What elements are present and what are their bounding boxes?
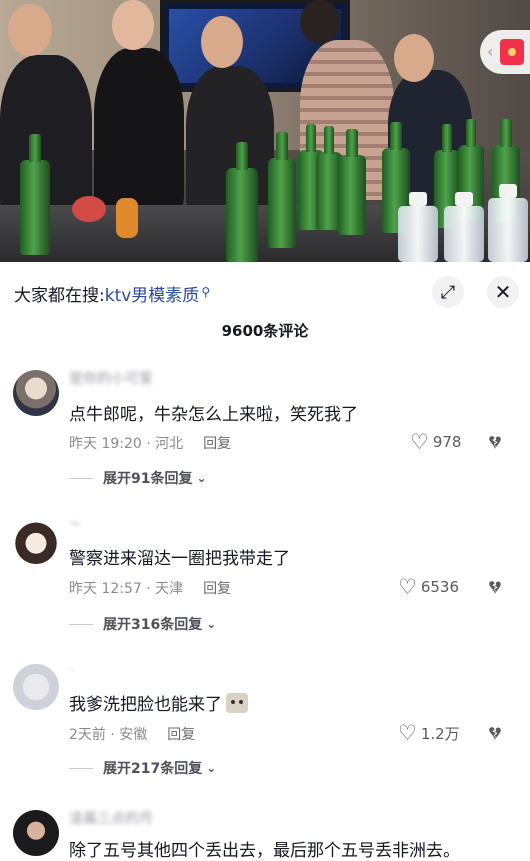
expand-replies-label: 展开217条回复 — [103, 761, 203, 777]
comment-meta: 昨天 19:20 · 河北 回复 — [69, 433, 231, 453]
expand-replies-button[interactable]: 展开91条回复 ⌄ — [69, 468, 207, 488]
comment-time-location: 昨天 19:20 · 河北 — [69, 436, 184, 452]
expand-replies-label: 展开316条回复 — [103, 617, 203, 633]
reply-button[interactable]: 回复 — [203, 436, 231, 452]
comment-item: 是你的小可爱 点牛郎呢，牛杂怎么上来啦，笑死我了 昨天 19:20 · 河北 回复… — [0, 366, 530, 492]
comment-text: 点牛郎呢，牛杂怎么上来啦，笑死我了 — [69, 405, 358, 425]
avatar[interactable] — [13, 370, 59, 416]
like-count: 1.2万 — [420, 724, 460, 743]
red-envelope-widget[interactable]: ‹ — [480, 30, 530, 74]
like-button[interactable]: ♡ 978 — [410, 430, 461, 454]
broken-heart-icon: 💔︎ — [489, 430, 501, 454]
like-count: 978 — [432, 433, 462, 451]
comment-username[interactable]: 凌晨三点的月 — [69, 808, 153, 828]
heart-icon: ♡ — [398, 721, 417, 745]
video-water-bottle — [398, 192, 438, 262]
like-button[interactable]: ♡ 6536 — [398, 575, 459, 599]
video-person-2 — [94, 48, 184, 213]
comment-username[interactable]: 是你的小可爱 — [69, 368, 153, 388]
chevron-down-icon: ⌄ — [206, 761, 217, 775]
dislike-button[interactable]: 💔︎ — [489, 575, 501, 599]
close-icon: ✕ — [494, 280, 512, 304]
video-toy-red — [72, 196, 106, 222]
like-button[interactable]: ♡ 1.2万 — [398, 721, 460, 745]
chevron-down-icon: ⌄ — [206, 617, 217, 631]
chevron-left-icon: ‹ — [487, 42, 494, 61]
dislike-button[interactable]: 💔︎ — [489, 721, 501, 745]
divider — [69, 767, 93, 769]
divider — [69, 477, 93, 479]
search-suggestion-keyword[interactable]: ktv男模素质 — [105, 286, 200, 306]
comment-time-location: 2天前 · 安徽 — [69, 727, 148, 743]
fullscreen-icon: ⤢ — [440, 281, 456, 303]
avatar[interactable] — [13, 810, 59, 856]
broken-heart-icon: 💔︎ — [489, 721, 501, 745]
comment-meta: 昨天 12:57 · 天津 回复 — [69, 578, 231, 598]
expand-replies-label: 展开91条回复 — [103, 471, 193, 487]
dislike-button[interactable]: 💔︎ — [489, 430, 501, 454]
comment-username[interactable]: ~ — [69, 516, 81, 532]
comment-time-location: 昨天 12:57 · 天津 — [69, 581, 184, 597]
comment-text: 除了五号其他四个丢出去，最后那个五号丢非洲去。 — [69, 841, 460, 861]
broken-heart-icon: 💔︎ — [489, 575, 501, 599]
comment-item: · 我爹洗把脸也能来了 2天前 · 安徽 回复 ♡ 1.2万 💔︎ 展开217条回复… — [0, 660, 530, 786]
heart-icon: ♡ — [410, 430, 429, 454]
expand-replies-button[interactable]: 展开217条回复 ⌄ — [69, 758, 216, 778]
chevron-down-icon: ⌄ — [196, 471, 207, 485]
avatar[interactable] — [13, 664, 59, 710]
comment-item: ~ 警察进来溜达一圈把我带走了 昨天 12:57 · 天津 回复 ♡ 6536 💔︎… — [0, 514, 530, 640]
red-envelope-icon — [500, 39, 524, 65]
avatar[interactable] — [13, 518, 59, 564]
divider — [69, 623, 93, 625]
expand-replies-button[interactable]: 展开316条回复 ⌄ — [69, 614, 216, 634]
cat-emoji-icon — [226, 693, 248, 713]
heart-icon: ♡ — [398, 575, 417, 599]
search-icon: ⚲ — [201, 285, 211, 299]
comment-text-content: 我爹洗把脸也能来了 — [69, 695, 222, 715]
comment-username[interactable]: · — [69, 662, 73, 678]
like-count: 6536 — [420, 578, 460, 596]
comment-item: 凌晨三点的月 除了五号其他四个丢出去，最后那个五号丢非洲去。 — [0, 806, 530, 861]
search-suggestion[interactable]: 大家都在搜:ktv男模素质 ⚲ — [14, 281, 210, 306]
comment-text: 警察进来溜达一圈把我带走了 — [69, 549, 290, 569]
reply-button[interactable]: 回复 — [203, 581, 231, 597]
close-button[interactable]: ✕ — [487, 276, 519, 308]
video-beer-bottle — [20, 134, 50, 255]
fullscreen-button[interactable]: ⤢ — [432, 276, 464, 308]
video-player[interactable]: ‹ — [0, 0, 530, 262]
search-suggestion-prefix: 大家都在搜: — [14, 286, 105, 306]
comment-text: 我爹洗把脸也能来了 — [69, 690, 248, 715]
reply-button[interactable]: 回复 — [167, 727, 195, 743]
video-toy-orange — [116, 198, 138, 238]
comment-meta: 2天前 · 安徽 回复 — [69, 724, 195, 744]
comment-count: 9600条评论 — [221, 322, 309, 340]
comment-panel: 大家都在搜:ktv男模素质 ⚲ ⤢ ✕ 9600条评论 是你的小可爱 点牛郎呢，牛… — [0, 262, 530, 861]
